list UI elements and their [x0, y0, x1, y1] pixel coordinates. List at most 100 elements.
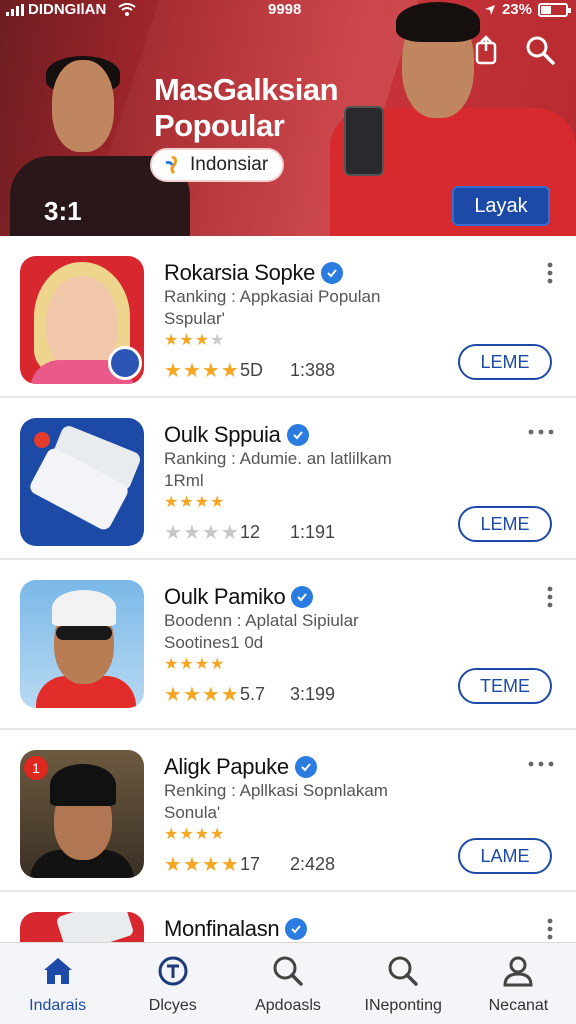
star-icon: ★	[220, 360, 240, 382]
region-pill[interactable]: Indonsiar	[150, 148, 285, 182]
star-icon: ★	[210, 656, 226, 673]
rating-count: 12	[240, 522, 261, 542]
list-item[interactable]: Oulk Pamiko Boodenn : Aplatal Sipiular S…	[0, 560, 576, 730]
app-name[interactable]: Monfinalasn	[164, 916, 308, 942]
app-name-text: Aligk Papuke	[164, 754, 289, 779]
nav-item-devices[interactable]: Dlcyes	[115, 943, 230, 1024]
rating-count: 5.7	[240, 684, 266, 704]
app-desc-line1: Renking : Apllkasi Sopnlakam	[164, 781, 388, 800]
app-description: Ranking : Appkasiai Populan Sspular'	[164, 286, 464, 330]
phone-image	[344, 106, 384, 176]
app-desc-line2: Sootines1 0d	[164, 633, 264, 652]
verified-icon	[286, 424, 309, 446]
install-button[interactable]: TEME	[458, 668, 552, 704]
more-horizontal-icon[interactable]	[528, 424, 554, 436]
star-icon: ★	[220, 684, 240, 706]
list-item[interactable]: Oulk Sppuia Ranking : Adumie. an latlilk…	[0, 398, 576, 560]
status-time: 9998	[268, 1, 302, 18]
install-button[interactable]: LAME	[458, 838, 552, 874]
star-icon: ★	[201, 522, 221, 544]
nav-label: Necanat	[488, 997, 549, 1014]
star-icon: ★	[164, 522, 183, 544]
app-name[interactable]: Oulk Sppuia	[164, 422, 309, 448]
nav-label: Dlcyes	[148, 997, 197, 1014]
star-icon: ★	[179, 826, 195, 843]
app-desc-line1: Boodenn : Aplatal Sipiular	[164, 611, 359, 630]
star-icon: ★	[194, 826, 211, 843]
verified-icon	[294, 756, 317, 778]
wifi-icon	[118, 3, 136, 16]
list-item[interactable]: 1 Aligk Papuke Renking : Apllkasi Sopnla…	[0, 730, 576, 892]
app-icon[interactable]	[20, 912, 144, 942]
star-rating-small: ★★★★	[164, 330, 225, 350]
verified-icon	[321, 262, 344, 284]
search-icon	[273, 956, 303, 986]
app-icon[interactable]	[20, 418, 144, 546]
nav-item-reporting[interactable]: INeponting	[346, 943, 461, 1024]
hero-cta-button[interactable]: Layak	[452, 186, 550, 226]
star-icon: ★	[164, 854, 183, 876]
app-name-text: Oulk Sppuia	[164, 422, 281, 447]
list-item[interactable]: Rokarsia Sopke Ranking : Appkasiai Popul…	[0, 236, 576, 398]
nav-item-home[interactable]: Indarais	[0, 943, 115, 1024]
nav-item-apps[interactable]: Apdoasls	[230, 943, 345, 1024]
hero-banner[interactable]: DIDNGIlAN 9998 23% MasGalksian Popoular …	[0, 0, 576, 236]
star-rating-small: ★★★★	[164, 824, 225, 844]
app-desc-line2: Sonula'	[164, 803, 221, 822]
star-icon: ★	[210, 332, 226, 349]
star-rating: ★★★★	[164, 682, 240, 707]
star-icon: ★	[164, 656, 180, 673]
star-icon: ★	[164, 494, 180, 511]
app-description: Renking : Apllkasi Sopnlakam Sonula'	[164, 780, 464, 824]
list-item[interactable]: Monfinalasn	[0, 892, 576, 942]
star-icon: ★	[164, 332, 180, 349]
nav-label: Indarais	[29, 997, 87, 1014]
app-badge-icon	[108, 346, 142, 380]
star-icon: ★	[201, 684, 221, 706]
more-vertical-icon[interactable]	[546, 918, 554, 940]
home-icon	[43, 958, 72, 984]
nav-label: INeponting	[364, 997, 442, 1014]
star-icon: ★	[201, 360, 221, 382]
download-count: 1:388	[290, 360, 336, 380]
app-name[interactable]: Aligk Papuke	[164, 754, 317, 780]
indonesia-logo-icon	[165, 155, 178, 175]
star-rating-small: ★★★★	[164, 654, 225, 674]
rating-count: 5D	[240, 360, 264, 380]
install-button[interactable]: LEME	[458, 344, 552, 380]
bottom-navigation: Indarais Dlcyes Apdoasls INeponting Neca…	[0, 942, 576, 1024]
nav-item-account[interactable]: Necanat	[461, 943, 576, 1024]
share-icon[interactable]	[470, 34, 502, 66]
region-pill-label: Indonsiar	[190, 154, 269, 175]
status-left: DIDNGIlAN	[6, 1, 136, 18]
app-name-text: Oulk Pamiko	[164, 584, 286, 609]
app-icon[interactable]: 1	[20, 750, 144, 878]
app-name-text: Rokarsia Sopke	[164, 260, 316, 285]
hero-slide-counter: 3:1	[44, 196, 82, 226]
app-name[interactable]: Rokarsia Sopke	[164, 260, 344, 286]
app-desc-line2: 1Rml	[164, 471, 204, 490]
hero-title: MasGalksian Popoular	[154, 72, 339, 144]
more-vertical-icon[interactable]	[546, 586, 554, 608]
rating-count: 17	[240, 854, 261, 874]
star-icon: ★	[194, 332, 211, 349]
carrier-name: DIDNGIlAN	[28, 1, 107, 18]
star-icon: ★	[201, 854, 221, 876]
star-icon: ★	[164, 826, 180, 843]
app-icon[interactable]	[20, 580, 144, 708]
app-name[interactable]: Oulk Pamiko	[164, 584, 314, 610]
app-list[interactable]: Rokarsia Sopke Ranking : Appkasiai Popul…	[0, 236, 576, 942]
install-button[interactable]: LEME	[458, 506, 552, 542]
app-description: Boodenn : Aplatal Sipiular Sootines1 0d	[164, 610, 464, 654]
app-icon[interactable]	[20, 256, 144, 384]
star-icon: ★	[182, 360, 202, 382]
app-desc-line1: Ranking : Adumie. an latlilkam	[164, 449, 392, 468]
star-rating: ★★★★	[164, 358, 240, 383]
search-icon[interactable]	[524, 34, 556, 66]
more-horizontal-icon[interactable]	[528, 756, 554, 768]
more-vertical-icon[interactable]	[546, 262, 554, 284]
star-icon: ★	[210, 494, 226, 511]
star-icon: ★	[164, 684, 183, 706]
star-rating: ★★★★	[164, 520, 240, 545]
notification-badge: 1	[24, 756, 48, 780]
